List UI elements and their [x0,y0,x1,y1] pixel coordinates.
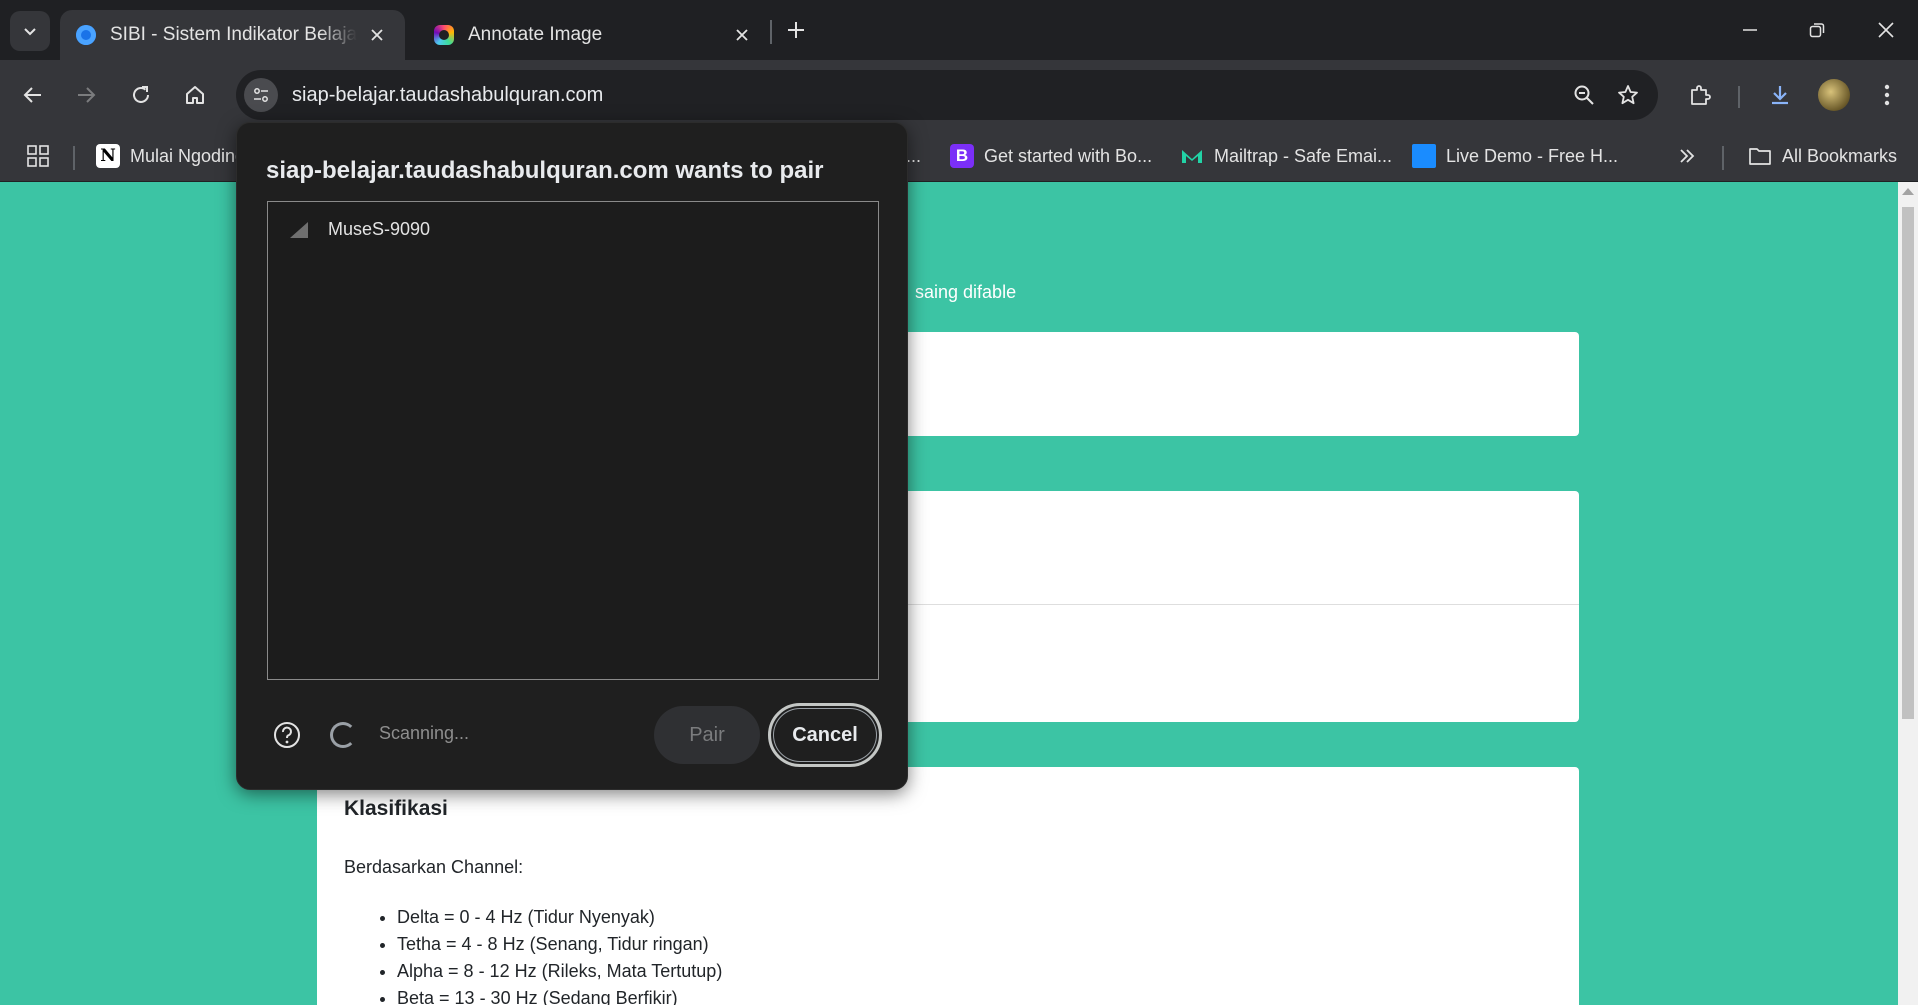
downloads-button[interactable] [1758,73,1802,117]
menu-button[interactable] [1865,73,1909,117]
loading-spinner-icon [330,722,356,748]
site-info-button[interactable] [244,78,278,112]
tab-title: Annotate Image [468,24,603,45]
bookmark-divider [1722,146,1724,170]
bookmark-label: Mulai Ngoding [130,145,246,166]
help-icon[interactable] [272,720,302,750]
tab-annotate-image[interactable]: Annotate Image [418,10,770,60]
back-button[interactable] [11,73,55,117]
scroll-up-arrow-icon[interactable] [1902,188,1914,195]
download-icon [1772,86,1788,105]
chevron-double-right-icon [1680,149,1695,163]
home-icon [186,86,204,104]
bookmark-live-demo[interactable]: Live Demo - Free H... [1412,138,1618,174]
close-icon [1878,22,1894,38]
list-item: Delta = 0 - 4 Hz (Tidur Nyenyak) [397,904,722,931]
restore-button[interactable] [1789,8,1845,52]
apps-grid-icon [27,145,49,167]
bookmark-label: All Bookmarks [1782,145,1898,166]
zoom-out-icon [1574,85,1594,105]
reload-icon [133,86,149,103]
bootstrap-icon: B [950,144,974,168]
bookmark-mulai-ngoding[interactable]: N Mulai Ngoding [96,138,245,174]
star-icon [1618,85,1638,105]
mailtrap-icon [1180,144,1204,168]
bluetooth-pair-dialog: siap-belajar.taudashabulquran.com wants … [236,122,908,790]
page-subtitle: saing difable [915,282,1017,302]
scan-status: Scanning... [379,723,470,743]
bookmark-label: Get started with Bo... [984,145,1153,166]
profile-avatar[interactable] [1818,79,1850,111]
tab-title: SIBI - Sistem Indikator Belajar Interakt… [110,24,357,45]
notion-icon: N [96,144,120,168]
device-item[interactable]: MuseS-9090 [268,212,878,246]
bookmark-bootstrap[interactable]: B Get started with Bo... [950,138,1152,174]
home-button[interactable] [173,73,217,117]
bookmark-star-button[interactable] [1606,73,1650,117]
tune-icon [254,88,268,102]
arrow-right-icon [78,87,96,103]
tab-search-button[interactable] [10,11,50,51]
klasifikasi-subtitle: Berdasarkan Channel: [344,857,524,877]
page-scrollbar[interactable] [1898,182,1918,1005]
extensions-button[interactable] [1678,73,1722,117]
device-name: MuseS-9090 [328,218,431,239]
device-list[interactable]: MuseS-9090 [267,201,879,680]
address-bar[interactable]: siap-belajar.taudashabulquran.com [236,70,1658,120]
bookmark-divider [73,146,75,170]
chevron-down-icon [24,28,36,36]
plus-icon [788,22,804,38]
tab-divider [770,20,772,44]
new-tab-button[interactable] [778,12,814,48]
more-bookmarks-button[interactable] [1678,138,1696,174]
demo-icon [1412,144,1436,168]
annotate-favicon-icon [434,25,454,45]
klasifikasi-list: Delta = 0 - 4 Hz (Tidur Nyenyak) Tetha =… [397,904,722,1005]
folder-icon [1748,144,1772,168]
arrow-left-icon [23,87,41,103]
close-tab-icon[interactable] [730,23,754,47]
all-bookmarks-button[interactable]: All Bookmarks [1748,138,1897,174]
bookmark-label: ... [906,145,922,166]
klasifikasi-card: Klasifikasi Berdasarkan Channel: Delta =… [317,767,1579,1005]
more-vert-icon [1884,84,1890,106]
list-item: Beta = 13 - 30 Hz (Sedang Berfikir) [397,985,722,1005]
restore-icon [1809,23,1825,38]
toolbar-divider [1738,86,1740,108]
bookmark-mailtrap[interactable]: Mailtrap - Safe Emai... [1180,138,1392,174]
list-item: Tetha = 4 - 8 Hz (Senang, Tidur ringan) [397,931,722,958]
sibi-favicon-icon [76,25,96,45]
forward-button[interactable] [64,73,108,117]
bookmark-label: Live Demo - Free H... [1446,145,1619,166]
signal-strength-icon [290,222,308,238]
cancel-button[interactable]: Cancel [768,703,882,767]
list-item: Alpha = 8 - 12 Hz (Rileks, Mata Tertutup… [397,958,722,985]
tab-strip: SIBI - Sistem Indikator Belajar Interakt… [0,0,1918,60]
bookmark-label: Mailtrap - Safe Emai... [1214,145,1393,166]
puzzle-icon [1691,85,1711,105]
minimize-button[interactable] [1722,8,1778,52]
close-tab-icon[interactable] [365,23,389,47]
close-window-button[interactable] [1858,8,1914,52]
pair-button[interactable]: Pair [654,706,760,764]
url-text[interactable]: siap-belajar.taudashabulquran.com [292,84,1562,107]
zoom-button[interactable] [1562,73,1606,117]
bookmark-truncated[interactable]: ... [906,138,921,174]
klasifikasi-title: Klasifikasi [344,797,448,820]
tab-sibi[interactable]: SIBI - Sistem Indikator Belajar Interakt… [60,10,405,60]
dialog-title: siap-belajar.taudashabulquran.com wants … [266,157,824,184]
browser-toolbar: siap-belajar.taudashabulquran.com [0,60,1918,130]
reload-button[interactable] [119,73,163,117]
scroll-thumb[interactable] [1902,207,1914,719]
apps-button[interactable] [26,138,50,174]
minimize-icon [1743,29,1757,31]
